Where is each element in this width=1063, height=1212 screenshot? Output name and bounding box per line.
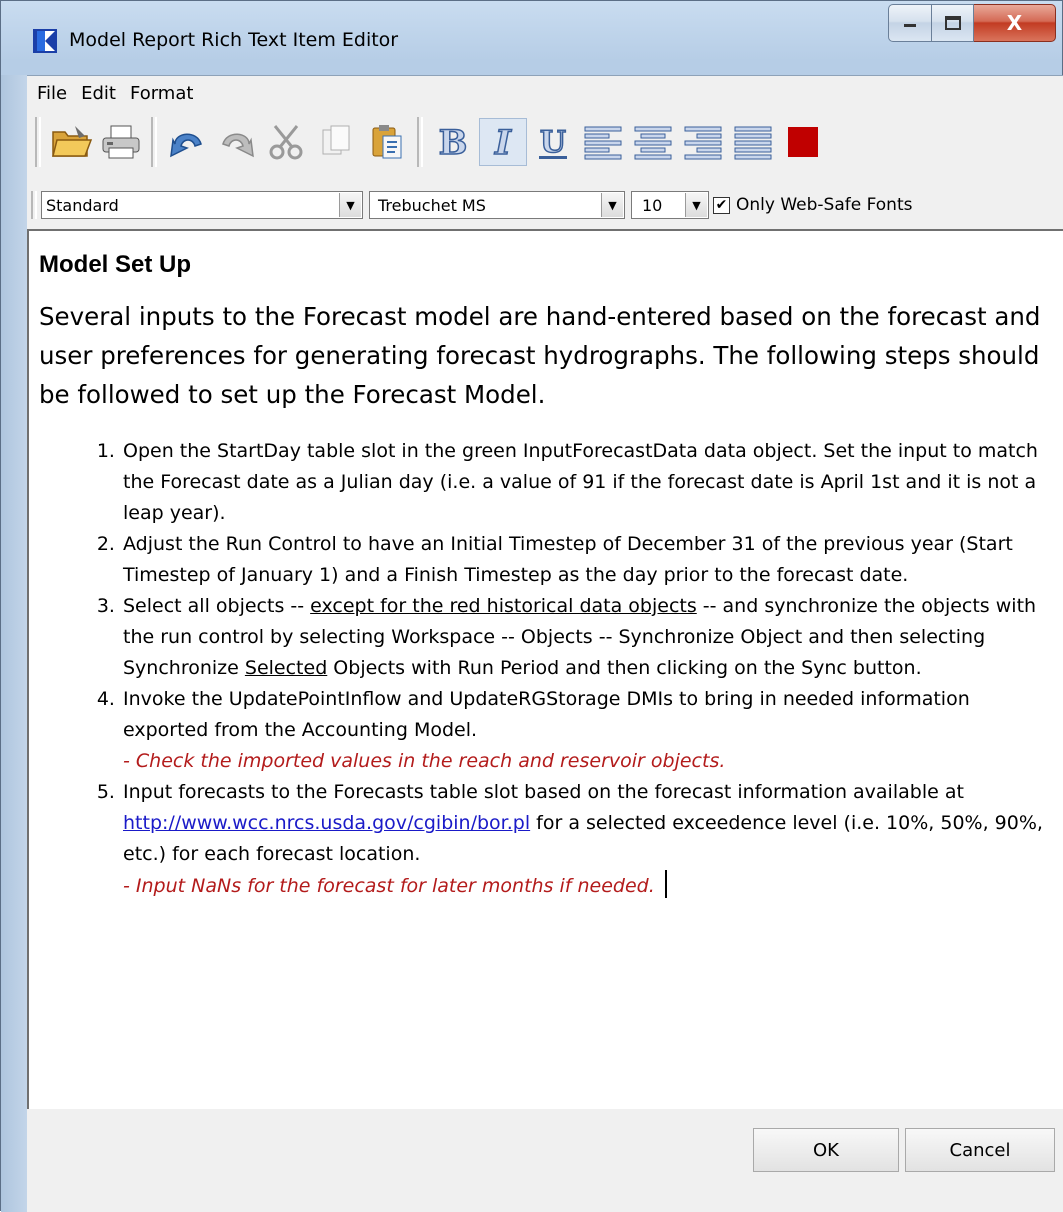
document-intro: Several inputs to the Forecast model are… xyxy=(39,302,1041,409)
step-4-text: Invoke the UpdatePointInflow and UpdateR… xyxy=(123,688,970,741)
edit-toolbar: B I U xyxy=(27,112,1063,172)
step-3-text-a: Select all objects -- xyxy=(123,595,311,617)
window-title: Model Report Rich Text Item Editor xyxy=(69,29,399,51)
dialog-button-bar: OK Cancel xyxy=(27,1116,1063,1180)
title-bar[interactable]: Model Report Rich Text Item Editor X xyxy=(1,1,1062,75)
redo-icon[interactable] xyxy=(213,118,261,166)
step-4-note: - Check the imported values in the reach… xyxy=(123,750,726,772)
undo-icon[interactable] xyxy=(163,118,211,166)
open-folder-icon[interactable] xyxy=(47,118,95,166)
font-family-value: Trebuchet MS xyxy=(378,195,486,215)
app-logo-icon xyxy=(33,29,57,53)
toolbar-grip[interactable] xyxy=(35,117,41,167)
underline-icon[interactable]: U xyxy=(529,118,577,166)
toolbar-separator-2 xyxy=(417,117,423,167)
ok-button[interactable]: OK xyxy=(753,1128,899,1172)
steps-list: Open the StartDay table slot in the gree… xyxy=(39,436,1052,902)
copy-icon[interactable] xyxy=(313,118,361,166)
document-heading: Model Set Up xyxy=(39,251,192,278)
text-color-icon[interactable] xyxy=(779,118,827,166)
chevron-down-icon[interactable]: ▼ xyxy=(685,193,707,217)
font-family-select[interactable]: Trebuchet MS ▼ xyxy=(369,191,625,219)
minimize-icon xyxy=(904,24,916,27)
list-item: Open the StartDay table slot in the gree… xyxy=(121,436,1052,529)
dialog-content: File Edit Format B I U Standard ▼ Trebuc… xyxy=(27,75,1063,1212)
italic-icon[interactable]: I xyxy=(479,118,527,166)
align-right-icon[interactable] xyxy=(679,118,727,166)
svg-text:B: B xyxy=(439,123,468,162)
align-center-icon[interactable] xyxy=(629,118,677,166)
step-5-note: - Input NaNs for the forecast for later … xyxy=(123,875,655,897)
chevron-down-icon[interactable]: ▼ xyxy=(339,193,361,217)
step-3-underline-a: except for the red historical data objec… xyxy=(310,595,697,617)
cancel-button[interactable]: Cancel xyxy=(905,1128,1055,1172)
list-item: Select all objects -- except for the red… xyxy=(121,591,1052,684)
close-button[interactable]: X xyxy=(974,4,1056,42)
format-toolbar-grip[interactable] xyxy=(31,191,37,219)
step-3-underline-b: Selected xyxy=(244,657,328,679)
forecast-link[interactable]: http://www.wcc.nrcs.usda.gov/cgibin/bor.… xyxy=(123,812,530,834)
maximize-button[interactable] xyxy=(932,4,974,42)
menu-file[interactable]: File xyxy=(37,83,67,104)
maximize-icon xyxy=(944,16,961,30)
cut-icon[interactable] xyxy=(263,118,311,166)
web-safe-fonts-checkbox[interactable]: ✔ xyxy=(713,196,730,214)
bold-icon[interactable]: B xyxy=(429,118,477,166)
menu-edit[interactable]: Edit xyxy=(81,83,116,104)
paste-icon[interactable] xyxy=(363,118,411,166)
window-controls: X xyxy=(888,4,1056,44)
window-left-border xyxy=(1,75,27,1212)
svg-text:U: U xyxy=(540,125,566,160)
chevron-down-icon[interactable]: ▼ xyxy=(601,193,623,217)
menu-bar: File Edit Format xyxy=(27,76,1063,110)
step-1-text: Open the StartDay table slot in the gree… xyxy=(123,440,1038,524)
list-item: Adjust the Run Control to have an Initia… xyxy=(121,529,1052,591)
align-left-icon[interactable] xyxy=(579,118,627,166)
step-5-text-a: Input forecasts to the Forecasts table s… xyxy=(123,781,964,803)
text-cursor xyxy=(664,870,667,898)
font-size-select[interactable]: 10 ▼ xyxy=(631,191,709,219)
editor-window: Model Report Rich Text Item Editor X Fil… xyxy=(0,0,1063,1212)
toolbar-separator xyxy=(151,117,157,167)
close-icon: X xyxy=(1006,11,1023,35)
list-item: Invoke the UpdatePointInflow and UpdateR… xyxy=(121,684,1052,777)
rich-text-editor[interactable]: Model Set Up Several inputs to the Forec… xyxy=(27,229,1063,1109)
justify-icon[interactable] xyxy=(729,118,777,166)
format-toolbar: Standard ▼ Trebuchet MS ▼ 10 ▼ ✔ Only We… xyxy=(27,188,1063,222)
menu-format[interactable]: Format xyxy=(130,83,193,104)
font-size-value: 10 xyxy=(642,195,663,215)
list-item: Input forecasts to the Forecasts table s… xyxy=(121,777,1052,902)
minimize-button[interactable] xyxy=(888,4,932,42)
step-2-text: Adjust the Run Control to have an Initia… xyxy=(123,533,1013,586)
paragraph-style-value: Standard xyxy=(46,195,119,215)
web-safe-fonts-label: Only Web-Safe Fonts xyxy=(736,195,913,215)
step-3-text-c: Objects with Run Period and then clickin… xyxy=(327,657,922,679)
web-safe-fonts-toggle[interactable]: ✔ Only Web-Safe Fonts xyxy=(713,195,912,215)
print-icon[interactable] xyxy=(97,118,145,166)
svg-text:I: I xyxy=(494,123,512,162)
paragraph-style-select[interactable]: Standard ▼ xyxy=(41,191,363,219)
